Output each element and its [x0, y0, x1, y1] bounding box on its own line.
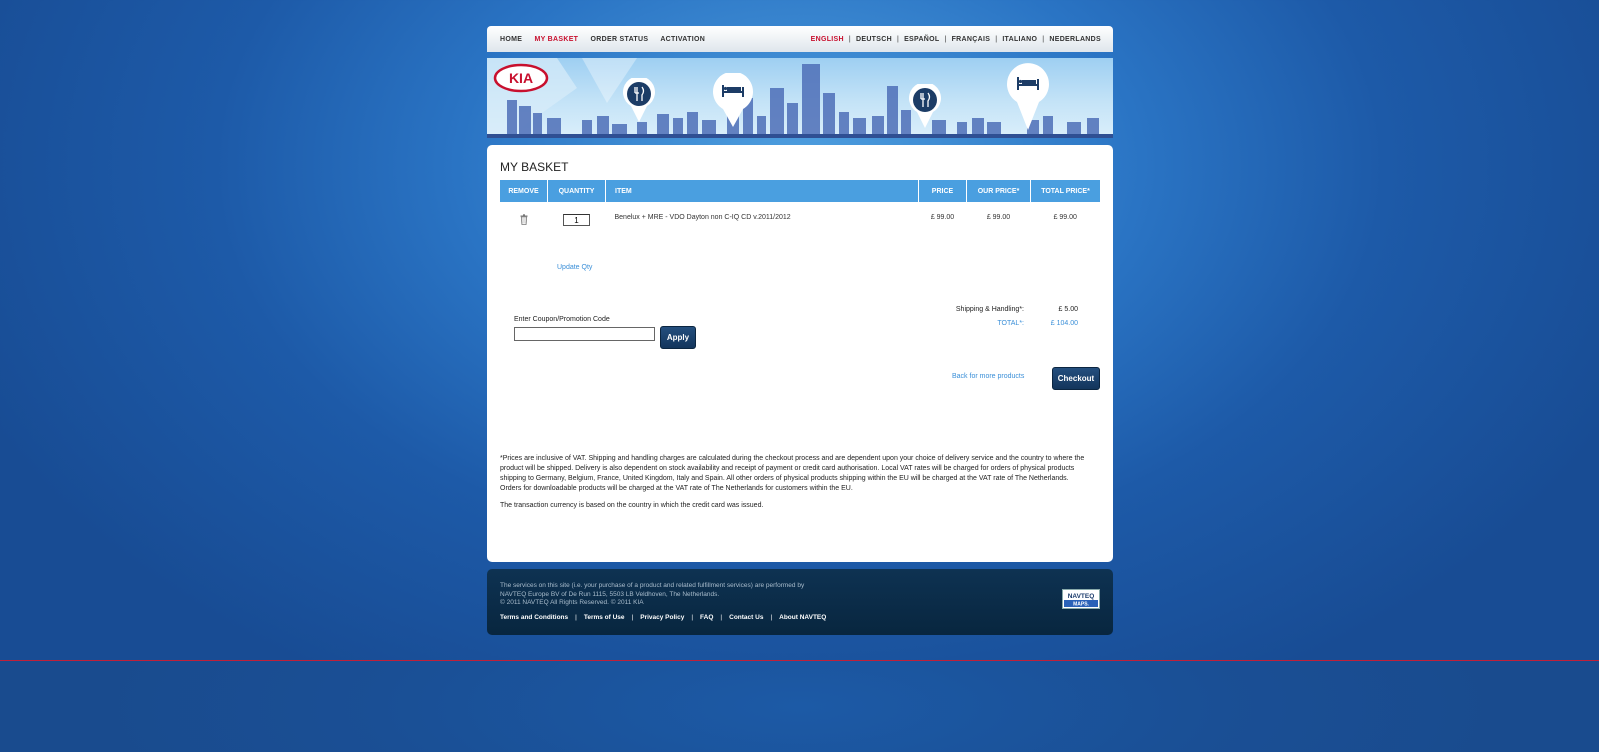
- kia-logo: KIA: [493, 63, 549, 93]
- divider: |: [848, 35, 851, 43]
- column-header-item: ITEM: [605, 180, 919, 202]
- divider: |: [896, 35, 900, 43]
- page-container: HOME MY BASKET ORDER STATUS ACTIVATION E…: [487, 26, 1113, 635]
- divider: |: [720, 614, 723, 621]
- shipping-value: £ 5.00: [1058, 306, 1078, 313]
- divider: |: [1042, 35, 1045, 43]
- cutlery-icon: [909, 84, 941, 128]
- update-qty-link[interactable]: Update Qty: [557, 264, 592, 271]
- navteq-maps-logo: NAVTEQ MAPS.: [1062, 589, 1100, 609]
- lang-nederlands[interactable]: NEDERLANDS: [1049, 36, 1101, 43]
- footer-line: NAVTEQ Europe BV of De Run 1115, 5503 LB…: [500, 590, 720, 598]
- nav-order-status[interactable]: ORDER STATUS: [591, 36, 649, 43]
- quantity-cell: [548, 202, 606, 252]
- footer-link-faq[interactable]: FAQ: [700, 614, 713, 621]
- footer-link-contact-us[interactable]: Contact Us: [729, 614, 763, 621]
- svg-text:NAVTEQ: NAVTEQ: [1068, 593, 1095, 600]
- item-name: Benelux + MRE - VDO Dayton non C-IQ CD v…: [614, 214, 791, 221]
- divider: |: [995, 35, 998, 43]
- header-banner: KIA: [487, 58, 1113, 138]
- footer-links: Terms and Conditions | Terms of Use | Pr…: [500, 614, 826, 621]
- nav-my-basket[interactable]: MY BASKET: [534, 36, 578, 43]
- table-row: Benelux + MRE - VDO Dayton non C-IQ CD v…: [500, 202, 1100, 252]
- footer-line: The services on this site (i.e. your pur…: [500, 582, 805, 589]
- lang-english[interactable]: ENGLISH: [811, 36, 844, 43]
- vat-disclaimer: *Prices are inclusive of VAT. Shipping a…: [500, 455, 1085, 492]
- back-for-more-products-link[interactable]: Back for more products: [952, 373, 1024, 380]
- total-value: £ 104.00: [1050, 320, 1078, 327]
- lang-francais[interactable]: FRANÇAIS: [952, 36, 991, 43]
- cutlery-icon: [623, 78, 655, 122]
- page-bottom-band: [0, 660, 1599, 752]
- bed-icon: [1007, 63, 1049, 130]
- coupon-label: Enter Coupon/Promotion Code: [514, 316, 610, 323]
- footer-link-about-navteq[interactable]: About NAVTEQ: [779, 614, 826, 621]
- page-title: MY BASKET: [500, 160, 569, 174]
- bed-icon: [713, 73, 753, 127]
- total-label: TOTAL*:: [997, 320, 1024, 327]
- column-header-price: PRICE: [918, 180, 967, 202]
- footer-legal-text: The services on this site (i.e. your pur…: [500, 582, 804, 608]
- svg-text:KIA: KIA: [509, 70, 533, 86]
- price-value: £ 99.00: [930, 214, 955, 221]
- currency-note: The transaction currency is based on the…: [500, 502, 764, 509]
- lang-italiano[interactable]: ITALIANO: [1002, 36, 1037, 43]
- divider: |: [944, 35, 947, 43]
- language-selector: ENGLISH | DEUTSCH | ESPAÑOL | FRANÇAIS |…: [811, 36, 1101, 43]
- footer: The services on this site (i.e. your pur…: [487, 569, 1113, 635]
- our-price-value: £ 99.00: [986, 214, 1011, 221]
- footer-link-terms-of-use[interactable]: Terms of Use: [584, 614, 625, 621]
- coupon-input[interactable]: [514, 327, 655, 341]
- shipping-label: Shipping & Handling*:: [955, 306, 1024, 313]
- nav-home[interactable]: HOME: [500, 36, 522, 43]
- top-nav: HOME MY BASKET ORDER STATUS ACTIVATION E…: [487, 26, 1113, 52]
- column-header-quantity: QUANTITY: [547, 180, 606, 202]
- basket-table: REMOVE QUANTITY ITEM PRICE OUR PRICE* TO…: [500, 180, 1100, 252]
- remove-cell: [500, 202, 548, 252]
- table-header-row: REMOVE QUANTITY ITEM PRICE OUR PRICE* TO…: [500, 180, 1100, 202]
- apply-button[interactable]: Apply: [660, 326, 696, 349]
- divider: |: [575, 614, 577, 621]
- basket-panel: MY BASKET REMOVE QUANTITY ITEM PRICE OUR…: [487, 145, 1113, 562]
- footer-link-privacy-policy[interactable]: Privacy Policy: [640, 614, 684, 621]
- divider: |: [631, 614, 634, 621]
- quantity-input[interactable]: [563, 214, 590, 226]
- nav-activation[interactable]: ACTIVATION: [660, 36, 705, 43]
- total-price-value: £ 99.00: [1053, 214, 1077, 221]
- checkout-button[interactable]: Checkout: [1052, 367, 1100, 390]
- footer-copyright: © 2011 NAVTEQ All Rights Reserved. © 201…: [500, 599, 644, 606]
- divider: |: [770, 614, 773, 621]
- column-header-remove: REMOVE: [500, 180, 548, 202]
- svg-text:MAPS.: MAPS.: [1073, 602, 1089, 608]
- trash-icon[interactable]: [520, 214, 528, 225]
- lang-deutsch[interactable]: DEUTSCH: [856, 36, 892, 43]
- column-header-total-price: TOTAL PRICE*: [1030, 180, 1100, 202]
- main-nav: HOME MY BASKET ORDER STATUS ACTIVATION: [500, 36, 715, 43]
- divider: |: [691, 614, 694, 621]
- footer-link-terms-and-conditions[interactable]: Terms and Conditions: [500, 614, 568, 621]
- lang-espanol[interactable]: ESPAÑOL: [904, 36, 939, 43]
- column-header-our-price: OUR PRICE*: [966, 180, 1031, 202]
